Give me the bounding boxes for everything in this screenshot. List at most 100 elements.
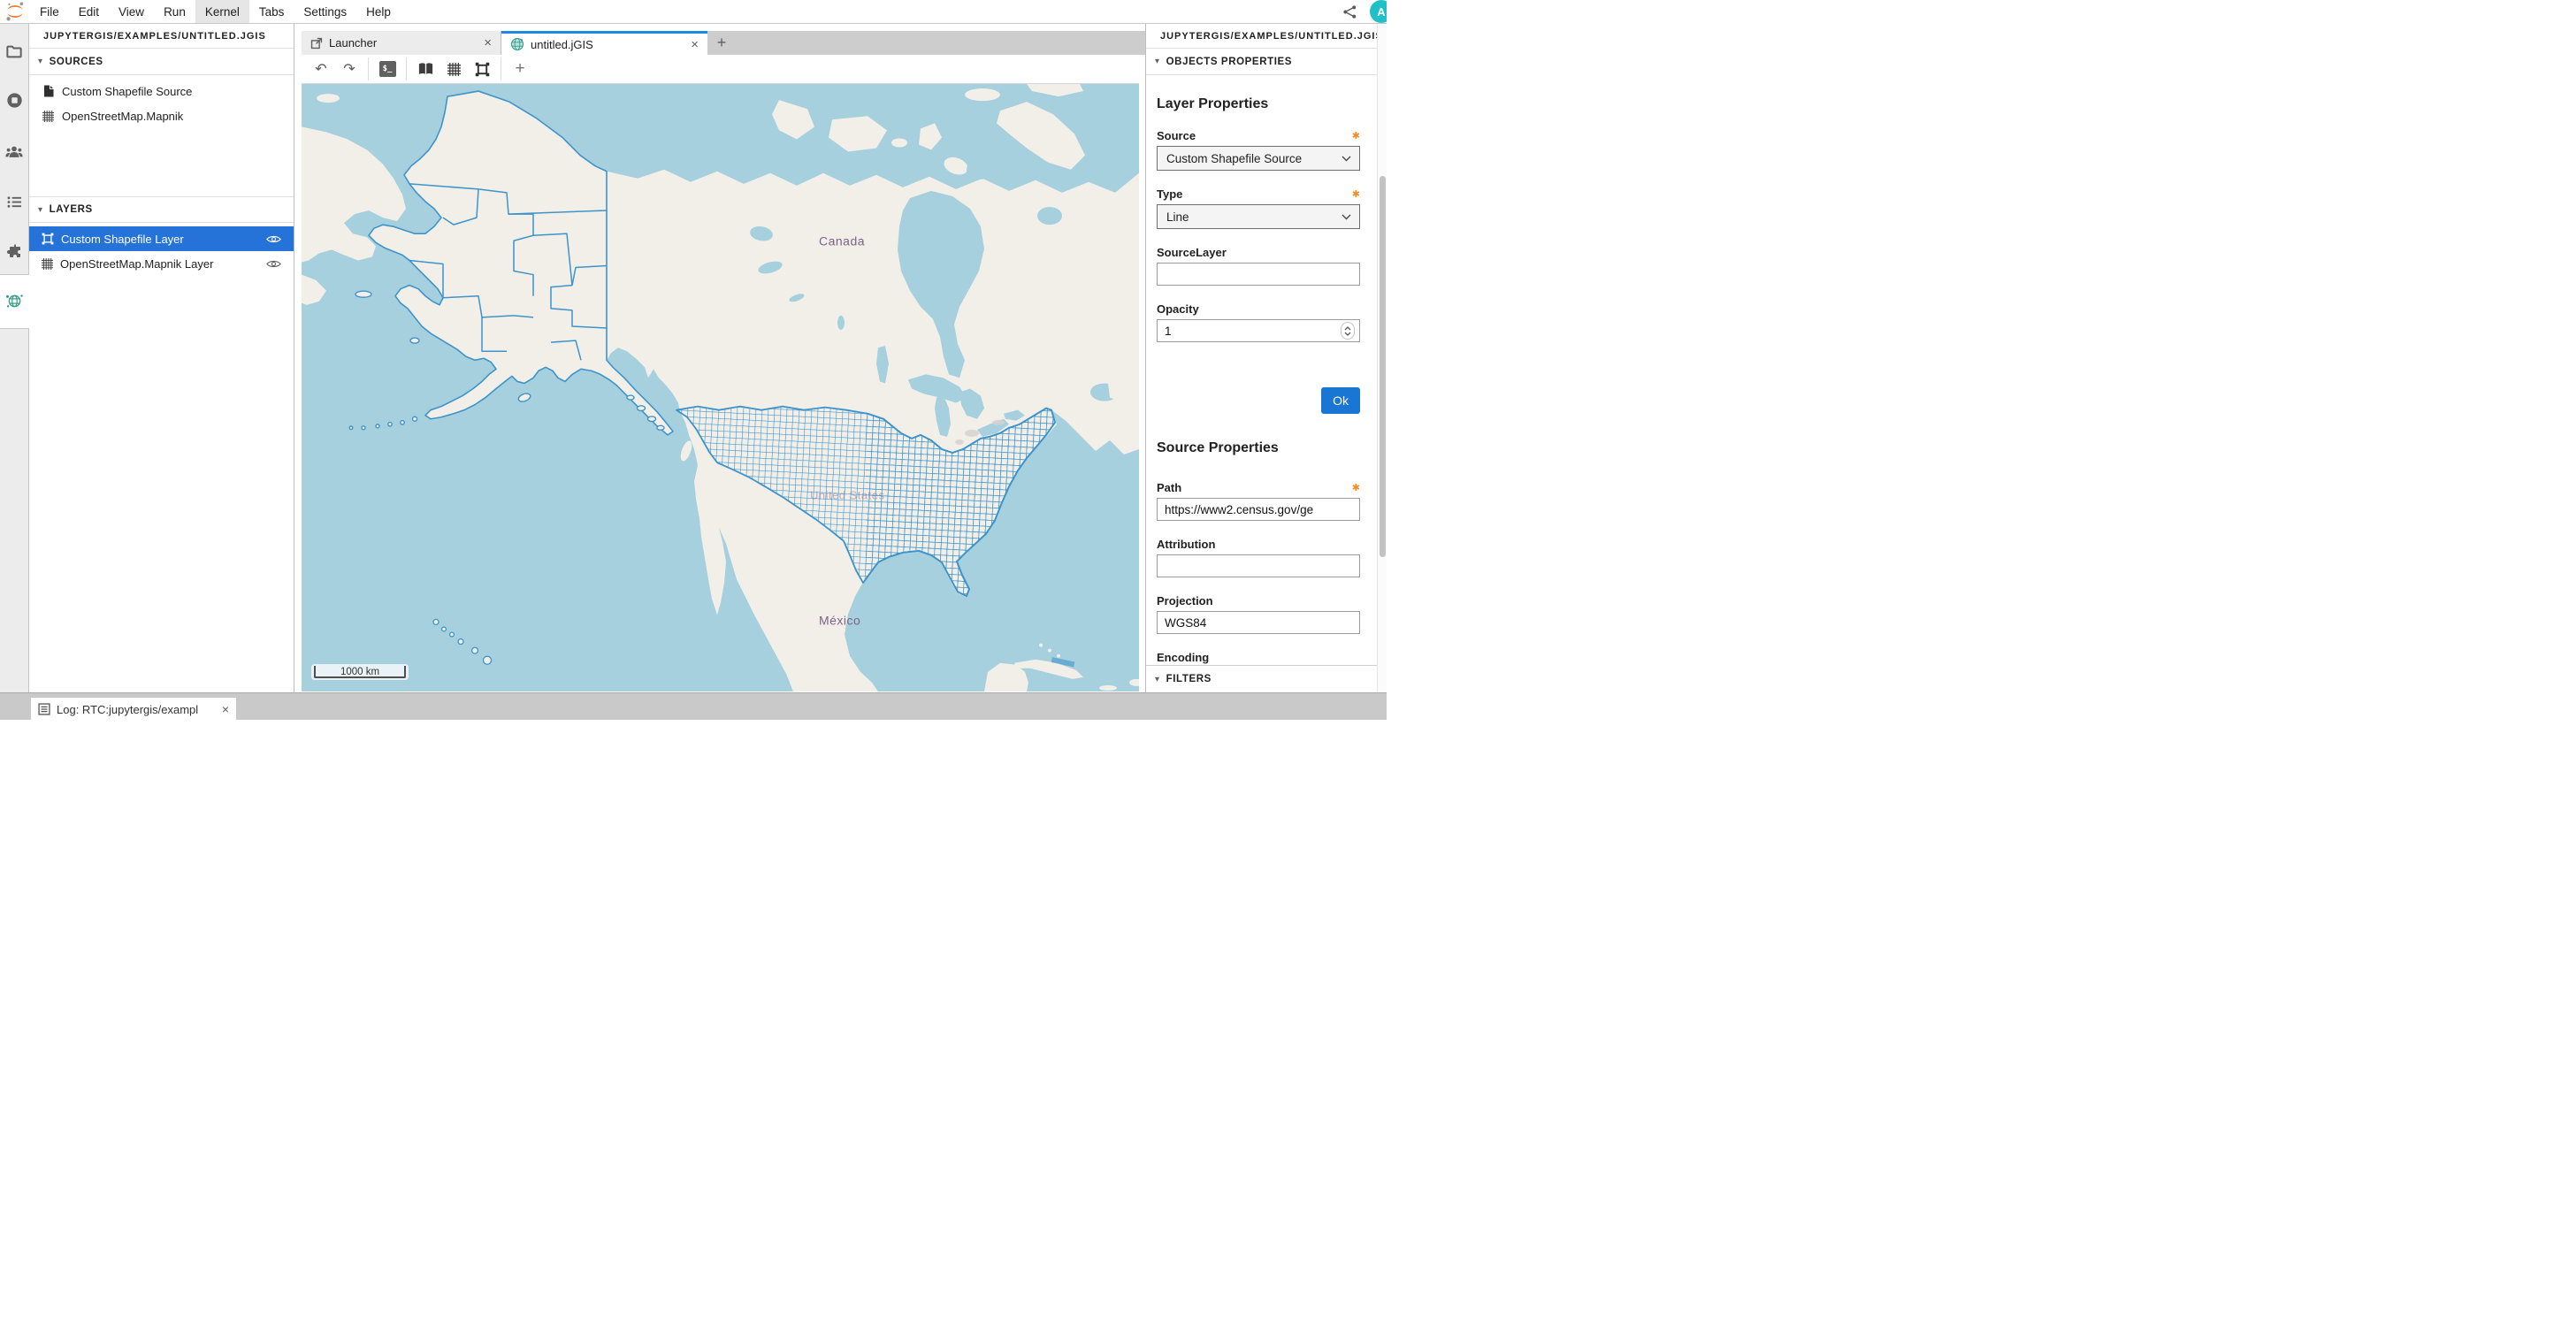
- user-avatar[interactable]: A: [1370, 0, 1387, 23]
- collaborators-icon[interactable]: [0, 138, 28, 164]
- toolbar-separator: [406, 57, 407, 80]
- source-field-label: Source: [1157, 129, 1196, 142]
- menu-tabs[interactable]: Tabs: [249, 0, 294, 24]
- type-select[interactable]: Line: [1157, 204, 1360, 229]
- close-icon[interactable]: ×: [484, 36, 492, 50]
- objects-properties-header[interactable]: ▾ OBJECTS PROPERTIES: [1146, 49, 1377, 75]
- layers-section-header[interactable]: ▾ LAYERS: [29, 196, 294, 223]
- vector-layer-button[interactable]: [470, 57, 494, 80]
- layer-item-label: OpenStreetMap.Mapnik Layer: [60, 257, 213, 271]
- tab-untitled-jgis[interactable]: untitled.jGIS ×: [501, 31, 707, 55]
- menu-help[interactable]: Help: [356, 0, 401, 24]
- properties-form: Layer Properties Source ✱ Custom Shapefi…: [1146, 75, 1377, 665]
- required-asterisk: ✱: [1352, 130, 1360, 141]
- basemap-button[interactable]: [413, 57, 438, 80]
- menu-kernel[interactable]: Kernel: [195, 0, 249, 24]
- launcher-icon: [310, 37, 323, 50]
- jupytergis-logo-icon: [0, 0, 30, 23]
- menu-view[interactable]: View: [109, 0, 154, 24]
- source-item-label: Custom Shapefile Source: [62, 85, 192, 98]
- scale-label: 1000 km: [340, 667, 379, 677]
- table-of-contents-icon[interactable]: [0, 188, 28, 215]
- layer-item-custom-shapefile[interactable]: Custom Shapefile Layer: [29, 226, 294, 251]
- scrollbar-thumb[interactable]: [1380, 176, 1386, 557]
- extensions-icon[interactable]: [0, 238, 28, 264]
- status-bar: Log: RTC:jupytergis/exampl ×: [0, 692, 1387, 720]
- sources-section-header[interactable]: ▾ SOURCES: [29, 49, 294, 75]
- new-tab-button[interactable]: +: [707, 31, 736, 55]
- source-item-label: OpenStreetMap.Mapnik: [62, 110, 183, 123]
- spinner-up-icon: [1344, 326, 1351, 331]
- sources-section-title: SOURCES: [50, 57, 103, 67]
- filters-section-header[interactable]: ▾ FILTERS: [1146, 665, 1377, 692]
- toolbar-separator: [368, 57, 369, 80]
- vector-polygon-icon: [475, 62, 490, 77]
- vector-polygon-icon: [42, 233, 54, 245]
- required-asterisk: ✱: [1352, 188, 1360, 200]
- filters-title: FILTERS: [1166, 674, 1212, 684]
- grid-icon: [42, 111, 55, 122]
- eye-visibility-icon[interactable]: [266, 259, 281, 269]
- log-console-tab[interactable]: Log: RTC:jupytergis/exampl ×: [31, 698, 236, 720]
- log-tab-label: Log: RTC:jupytergis/exampl: [57, 703, 198, 716]
- ok-button[interactable]: Ok: [1321, 387, 1360, 414]
- undo-button[interactable]: ↶: [309, 57, 333, 80]
- source-item-openstreetmap[interactable]: OpenStreetMap.Mapnik: [29, 103, 294, 128]
- log-list-icon: [38, 703, 50, 715]
- console-button[interactable]: $_: [375, 57, 400, 80]
- map-toolbar: ↶ ↷ $_ +: [302, 55, 1139, 84]
- tab-launcher[interactable]: Launcher ×: [302, 31, 501, 55]
- left-activity-bar: [0, 24, 29, 692]
- jupytergis-globe-icon[interactable]: [0, 287, 28, 314]
- file-icon: [42, 85, 55, 97]
- grid-icon: [42, 258, 53, 270]
- raster-layer-button[interactable]: [441, 57, 466, 80]
- eye-visibility-icon[interactable]: [266, 234, 281, 244]
- path-input[interactable]: [1157, 498, 1360, 521]
- globe-icon: [510, 37, 524, 51]
- layer-item-openstreetmap[interactable]: OpenStreetMap.Mapnik Layer: [29, 251, 294, 276]
- chevron-down-icon: [1342, 214, 1351, 220]
- map-canvas[interactable]: Canada United States México 1000 km: [302, 84, 1139, 691]
- share-icon[interactable]: [1338, 0, 1361, 23]
- number-spinner[interactable]: [1341, 322, 1355, 340]
- menu-settings[interactable]: Settings: [294, 0, 356, 24]
- chevron-down-icon: [1342, 156, 1351, 162]
- opacity-field-label: Opacity: [1157, 302, 1199, 316]
- required-asterisk: ✱: [1352, 482, 1360, 493]
- projection-field-label: Projection: [1157, 594, 1213, 607]
- projection-input[interactable]: [1157, 611, 1360, 634]
- menu-run[interactable]: Run: [154, 0, 195, 24]
- type-field-label: Type: [1157, 187, 1182, 201]
- chevron-down-icon: ▾: [1155, 57, 1160, 66]
- source-item-custom-shapefile[interactable]: Custom Shapefile Source: [29, 79, 294, 103]
- chevron-down-icon: ▾: [38, 205, 43, 215]
- add-button[interactable]: +: [508, 57, 532, 80]
- map-scale-bar: 1000 km: [311, 664, 409, 680]
- basemap-svg: Canada United States México: [302, 84, 1139, 691]
- type-select-value: Line: [1166, 210, 1189, 224]
- right-panel-breadcrumb: JUPYTERGIS/EXAMPLES/UNTITLED.JGIS: [1146, 24, 1377, 49]
- menu-edit[interactable]: Edit: [69, 0, 109, 24]
- document-tab-bar: Launcher × untitled.jGIS × +: [302, 31, 1145, 55]
- file-browser-icon[interactable]: [0, 38, 28, 65]
- map-label-united-states: United States: [810, 488, 884, 501]
- redo-button[interactable]: ↷: [337, 57, 362, 80]
- source-select-value: Custom Shapefile Source: [1166, 152, 1302, 165]
- terminal-icon: $_: [379, 61, 396, 77]
- running-kernels-icon[interactable]: [0, 87, 28, 113]
- menu-file[interactable]: File: [30, 0, 69, 24]
- grid-icon: [447, 63, 461, 76]
- tab-label: Launcher: [329, 36, 377, 50]
- right-scrollbar-track[interactable]: [1377, 24, 1387, 692]
- jupyterlab-window: File Edit View Run Kernel Tabs Settings …: [0, 0, 1387, 720]
- close-icon[interactable]: ×: [222, 702, 229, 716]
- close-icon[interactable]: ×: [691, 38, 699, 51]
- layer-item-label: Custom Shapefile Layer: [61, 233, 184, 246]
- spinner-down-icon: [1344, 332, 1351, 336]
- attribution-input[interactable]: [1157, 554, 1360, 577]
- opacity-input[interactable]: [1157, 319, 1360, 342]
- chevron-down-icon: ▾: [1155, 675, 1160, 684]
- sourcelayer-input[interactable]: [1157, 263, 1360, 286]
- source-select[interactable]: Custom Shapefile Source: [1157, 146, 1360, 171]
